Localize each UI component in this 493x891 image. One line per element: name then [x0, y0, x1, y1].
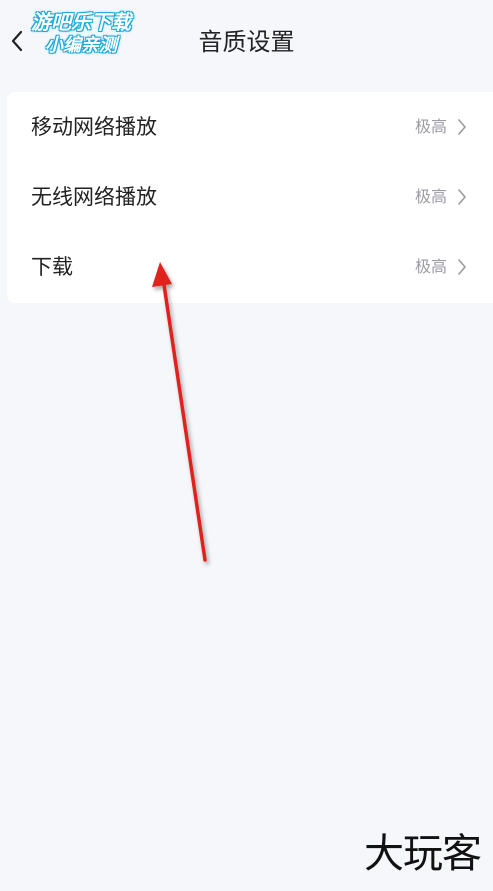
watermark-logo-bottom: 大玩客 [364, 831, 482, 877]
setting-row-download[interactable]: 下载 极高 [7, 232, 493, 302]
chevron-right-icon [455, 257, 469, 277]
setting-value: 极高 [414, 117, 447, 136]
setting-label: 无线网络播放 [31, 185, 157, 209]
watermark-line-1: 游吧乐下载 [31, 10, 131, 34]
setting-row-wifi[interactable]: 无线网络播放 极高 [7, 162, 493, 232]
watermark-logo-top: 游吧乐下载 小编亲测 [16, 10, 146, 64]
settings-card: 移动网络播放 极高 无线网络播放 极高 下载 极高 [7, 92, 493, 303]
setting-label: 下载 [31, 255, 73, 279]
chevron-right-icon [455, 117, 469, 137]
setting-value: 极高 [414, 187, 447, 206]
setting-row-mobile-network[interactable]: 移动网络播放 极高 [7, 92, 493, 162]
watermark-line-2: 小编亲测 [45, 35, 117, 56]
setting-value: 极高 [414, 257, 447, 276]
chevron-right-icon [455, 187, 469, 207]
setting-label: 移动网络播放 [31, 115, 157, 139]
